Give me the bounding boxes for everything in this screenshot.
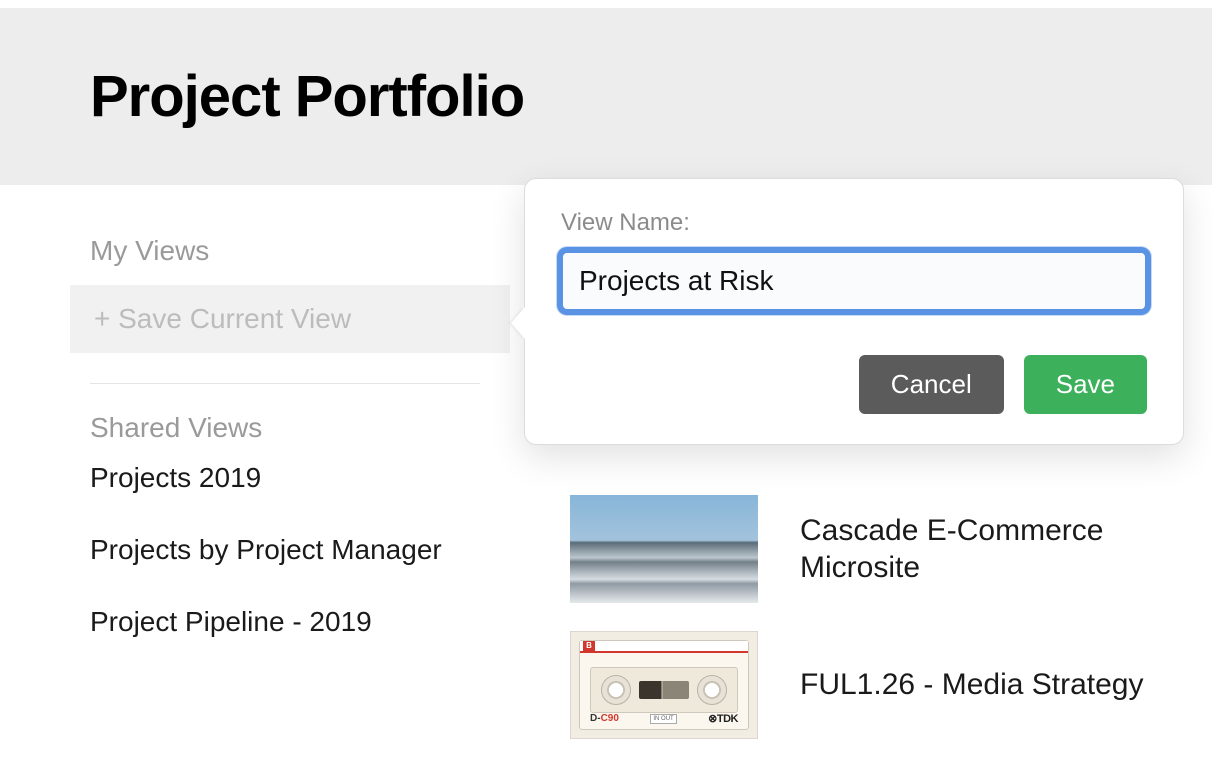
shared-views-heading: Shared Views [90, 412, 500, 444]
project-title: Cascade E-Commerce Microsite [800, 512, 1212, 587]
project-thumbnail-cassette: B D-C90 IN OUT ⊗TDK [570, 631, 758, 739]
cassette-footer: D-C90 IN OUT ⊗TDK [590, 712, 738, 725]
cassette-inout: IN OUT [650, 714, 676, 724]
project-title: FUL1.26 - Media Strategy [800, 666, 1144, 704]
popover-arrow-icon [511, 307, 525, 339]
cassette-model: D-C90 [590, 713, 619, 724]
cassette-body: B D-C90 IN OUT ⊗TDK [579, 640, 749, 730]
shared-view-item[interactable]: Project Pipeline - 2019 [90, 606, 500, 638]
save-current-view-button[interactable]: + Save Current View [70, 285, 510, 353]
cancel-button[interactable]: Cancel [859, 355, 1004, 414]
save-view-popover: View Name: Cancel Save [524, 178, 1184, 445]
project-thumbnail-mountain [570, 495, 758, 603]
view-name-input[interactable] [561, 251, 1147, 311]
project-row[interactable]: B D-C90 IN OUT ⊗TDK FUL1.26 - Media Stra… [570, 631, 1212, 739]
cassette-tape-window [639, 681, 689, 699]
sidebar-divider [90, 383, 480, 384]
cassette-stripe: B [580, 641, 748, 653]
cassette-brand-badge: B [583, 641, 595, 651]
cassette-brand-tdk: ⊗TDK [708, 712, 738, 725]
shared-view-item[interactable]: Projects 2019 [90, 462, 500, 494]
save-current-view-label: + Save Current View [94, 303, 351, 334]
cassette-reel-left [601, 675, 631, 705]
view-name-label: View Name: [561, 209, 1147, 237]
popover-actions: Cancel Save [561, 355, 1147, 414]
shared-view-item[interactable]: Projects by Project Manager [90, 534, 500, 566]
project-row[interactable]: Cascade E-Commerce Microsite [570, 495, 1212, 603]
cassette-reel-right [697, 675, 727, 705]
page-header: Project Portfolio [0, 0, 1212, 185]
save-button[interactable]: Save [1024, 355, 1147, 414]
page-title: Project Portfolio [90, 63, 1212, 130]
cassette-reels [590, 667, 738, 713]
my-views-heading: My Views [90, 235, 500, 267]
sidebar: My Views + Save Current View Shared View… [0, 235, 510, 767]
